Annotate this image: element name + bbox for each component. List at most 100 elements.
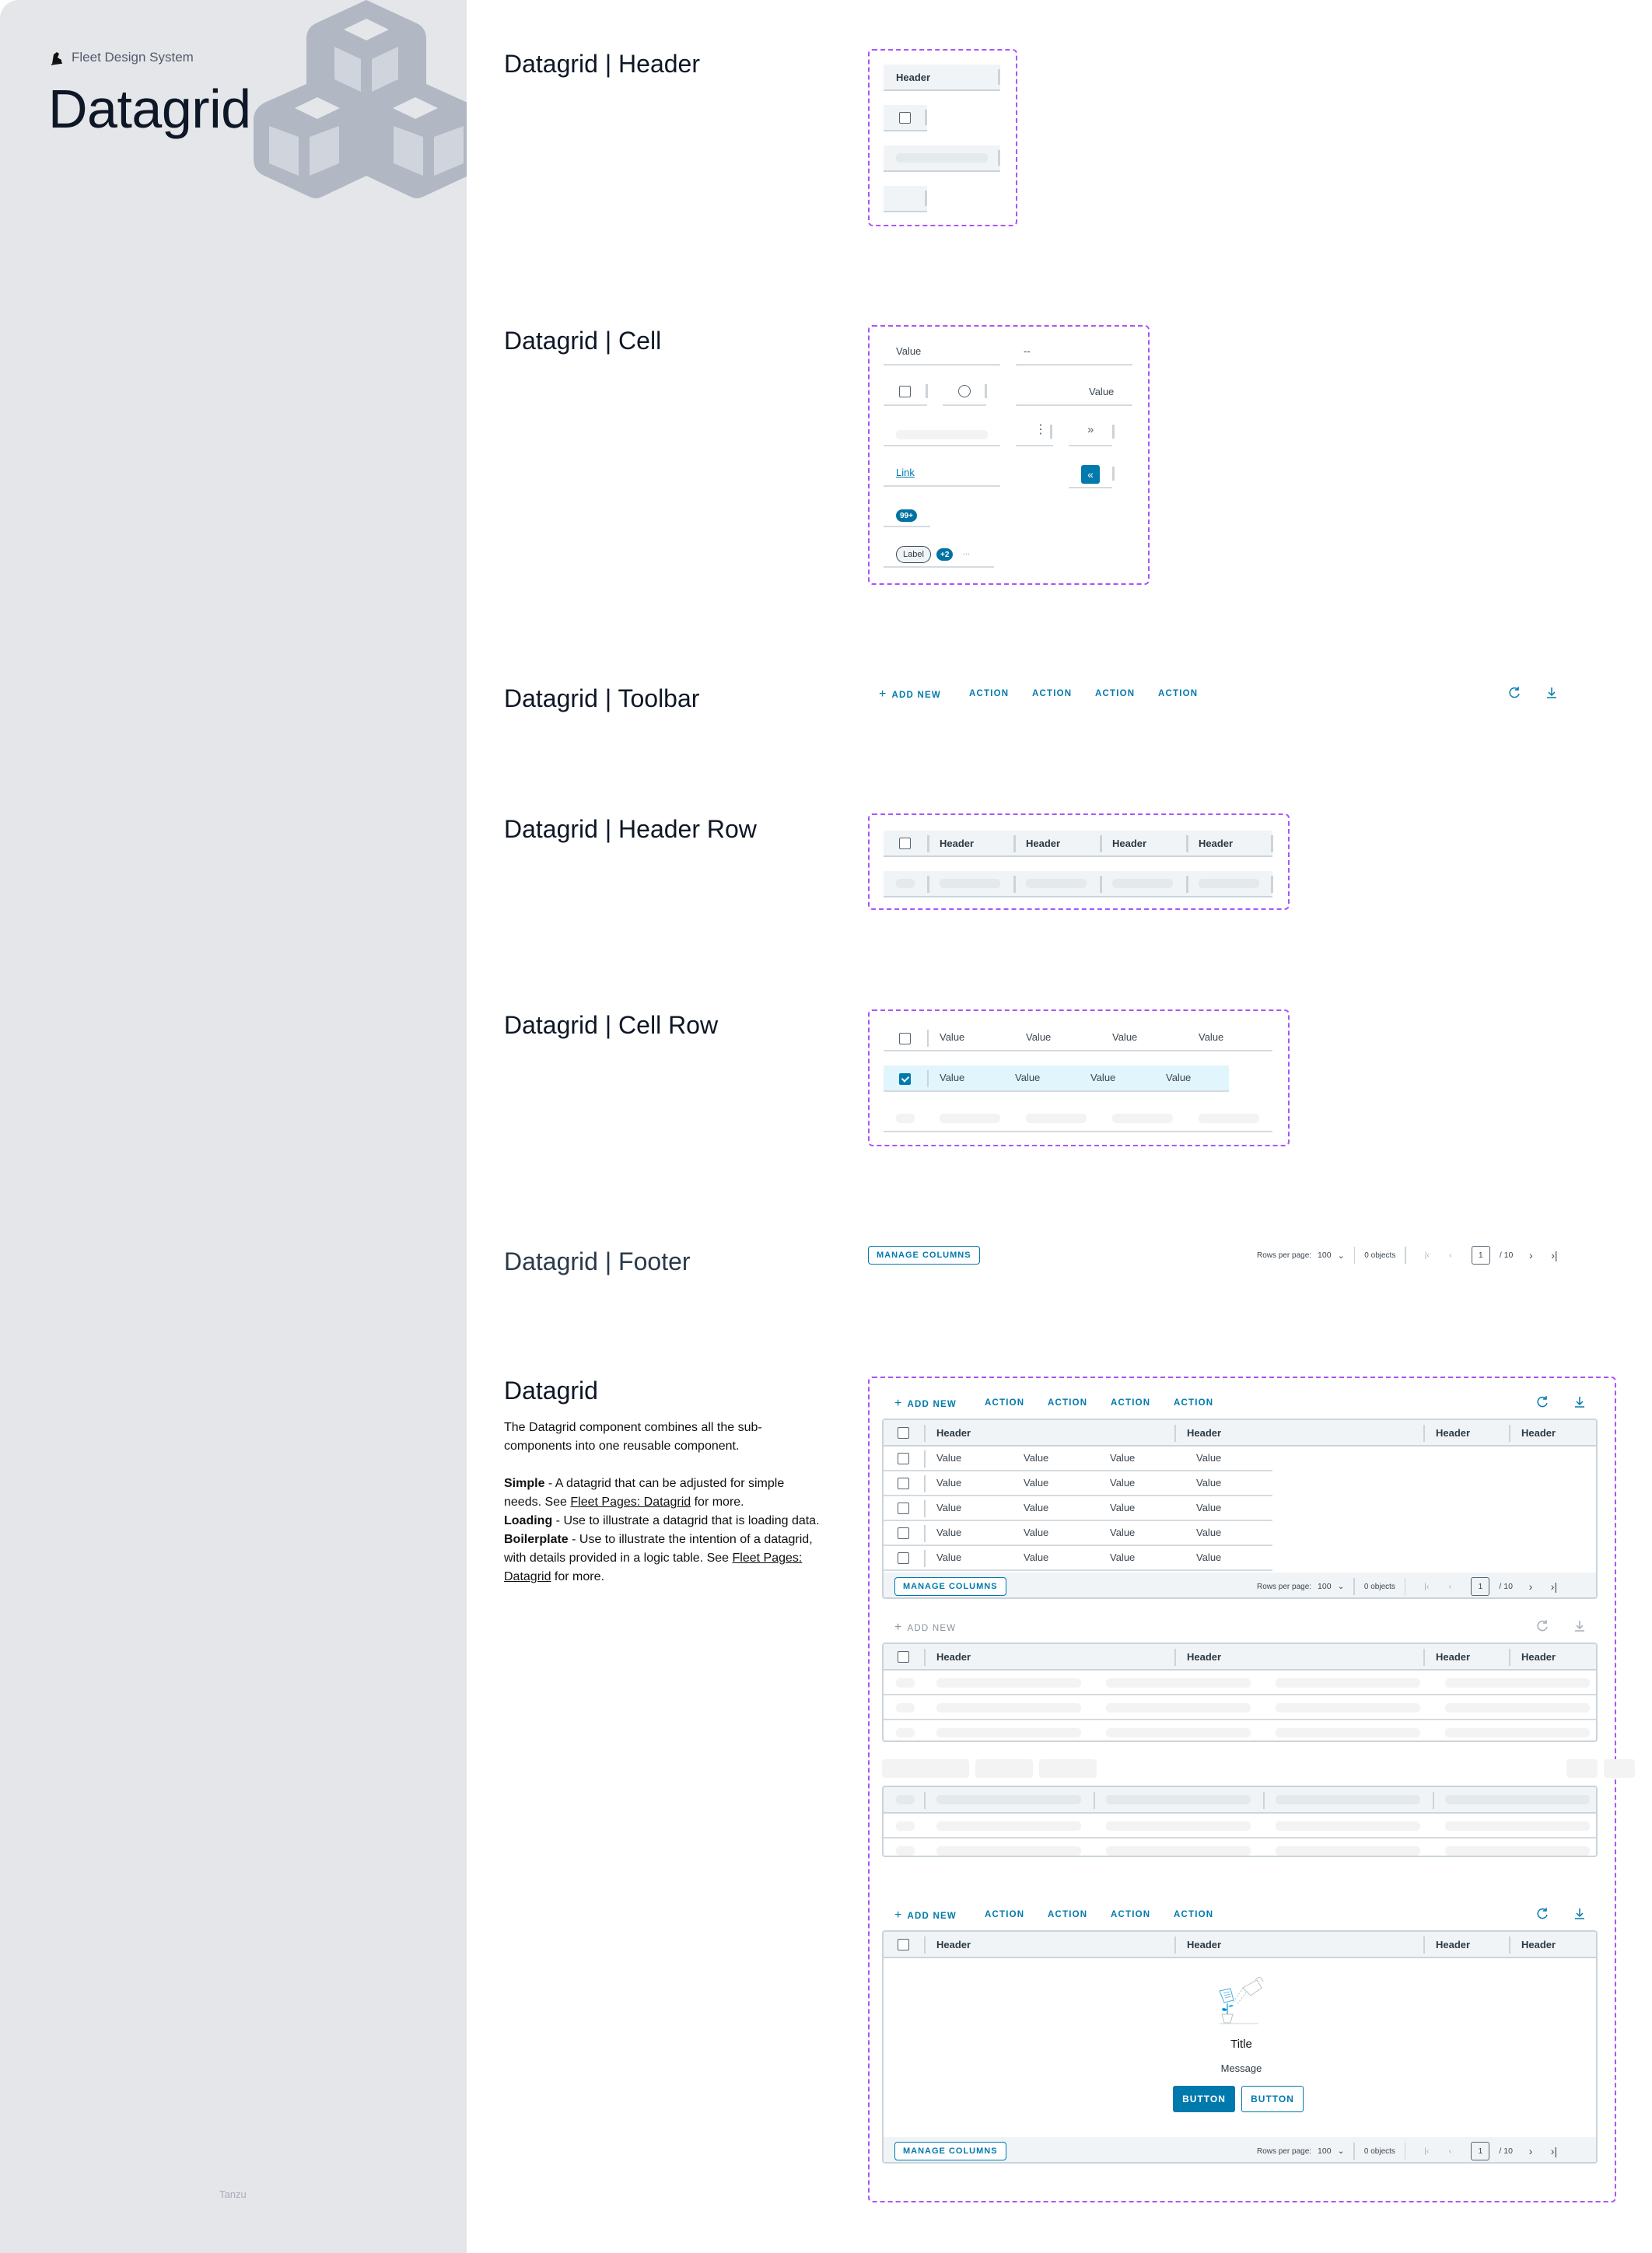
column-header-2[interactable]: Header <box>1026 838 1060 849</box>
manage-columns-button[interactable]: MANAGE COLUMNS <box>894 1577 1006 1596</box>
column-header-1[interactable]: Header <box>936 1427 971 1439</box>
column-header-3[interactable]: Header <box>1436 1427 1470 1439</box>
fleet-pages-link[interactable]: Fleet Pages: Datagrid <box>570 1496 691 1509</box>
column-header-4[interactable]: Header <box>1521 1651 1556 1663</box>
current-page-input[interactable]: 1 <box>1471 2142 1490 2160</box>
column-header-1[interactable]: Header <box>936 1651 971 1663</box>
column-separator[interactable] <box>1423 1425 1425 1442</box>
select-all-checkbox[interactable] <box>899 838 911 849</box>
refresh-icon[interactable] <box>1535 1907 1549 1921</box>
column-header-3[interactable]: Header <box>1436 1939 1470 1950</box>
toolbar-action-2[interactable]: ACTION <box>1032 689 1072 698</box>
row-checkbox[interactable] <box>898 1527 909 1539</box>
last-page-icon[interactable]: ›| <box>1547 2144 1561 2158</box>
next-page-icon[interactable]: › <box>1524 1248 1538 1262</box>
previous-page-icon[interactable]: ‹ <box>1443 2144 1457 2158</box>
column-header-1[interactable]: Header <box>940 838 974 849</box>
column-resize-handle[interactable] <box>998 69 1000 85</box>
header-cell[interactable]: Header <box>884 65 1000 91</box>
collapse-detail-icon[interactable]: « <box>1081 465 1100 484</box>
column-header-3[interactable]: Header <box>1112 838 1146 849</box>
previous-page-icon[interactable]: ‹ <box>1444 1248 1458 1262</box>
toolbar-action-1[interactable]: ACTION <box>985 1910 1024 1919</box>
column-separator[interactable] <box>1423 1936 1425 1954</box>
download-icon[interactable] <box>1573 1395 1587 1409</box>
first-page-icon[interactable]: |‹ <box>1419 1580 1433 1594</box>
last-page-icon[interactable]: ›| <box>1547 1580 1561 1594</box>
manage-columns-button[interactable]: MANAGE COLUMNS <box>868 1246 980 1265</box>
rows-per-page-select[interactable]: 100 ⌄ <box>1318 2146 1344 2156</box>
toolbar-action-2[interactable]: ACTION <box>1048 1398 1087 1408</box>
first-page-icon[interactable]: |‹ <box>1419 2144 1433 2158</box>
row-checkbox-checked[interactable] <box>899 1073 911 1085</box>
select-all-checkbox[interactable] <box>898 1427 909 1439</box>
manage-columns-button[interactable]: MANAGE COLUMNS <box>894 2142 1006 2160</box>
table-row[interactable]: Value Value Value Value <box>884 1447 1272 1471</box>
toolbar-action-1[interactable]: ACTION <box>969 689 1009 698</box>
add-new-button[interactable]: + ADD NEW <box>879 687 941 701</box>
table-row[interactable]: Value Value Value Value <box>884 1496 1272 1521</box>
column-separator[interactable] <box>1509 1425 1510 1442</box>
toolbar-action-4[interactable]: ACTION <box>1174 1398 1213 1408</box>
toolbar-action-4[interactable]: ACTION <box>1174 1910 1213 1919</box>
more-labels-badge[interactable]: +2 <box>936 548 954 561</box>
row-checkbox[interactable] <box>898 1453 909 1464</box>
add-new-button[interactable]: + ADD NEW <box>894 1908 957 1922</box>
toolbar-action-4[interactable]: ACTION <box>1158 689 1198 698</box>
row-checkbox[interactable] <box>898 1503 909 1514</box>
column-separator[interactable] <box>1271 835 1273 852</box>
cell-link[interactable]: Link <box>896 467 915 478</box>
toolbar-action-3[interactable]: ACTION <box>1111 1398 1150 1408</box>
column-separator[interactable] <box>1100 835 1102 852</box>
kebab-menu-icon[interactable]: ⋮ <box>1034 424 1047 436</box>
row-checkbox[interactable] <box>899 386 911 397</box>
current-page-input[interactable]: 1 <box>1471 1246 1490 1265</box>
add-new-button-disabled[interactable]: + ADD NEW <box>894 1621 956 1635</box>
next-page-icon[interactable]: › <box>1524 2144 1538 2158</box>
column-separator[interactable] <box>1174 1425 1176 1442</box>
column-separator[interactable] <box>1186 835 1188 852</box>
toolbar-action-1[interactable]: ACTION <box>985 1398 1024 1408</box>
previous-page-icon[interactable]: ‹ <box>1443 1580 1457 1594</box>
download-icon[interactable] <box>1573 1907 1587 1921</box>
last-page-icon[interactable]: ›| <box>1547 1248 1561 1262</box>
refresh-icon[interactable] <box>1507 686 1521 700</box>
empty-state-primary-button[interactable]: BUTTON <box>1173 2086 1235 2112</box>
empty-state-secondary-button[interactable]: BUTTON <box>1241 2086 1304 2112</box>
select-all-checkbox[interactable] <box>898 1651 909 1663</box>
next-page-icon[interactable]: › <box>1524 1580 1538 1594</box>
refresh-icon[interactable] <box>1535 1619 1549 1633</box>
column-header-4[interactable]: Header <box>1199 838 1233 849</box>
column-separator[interactable] <box>1174 1936 1176 1954</box>
row-checkbox[interactable] <box>899 1033 911 1044</box>
row-radio[interactable] <box>958 385 971 397</box>
toolbar-action-3[interactable]: ACTION <box>1111 1910 1150 1919</box>
rows-per-page-select[interactable]: 100 ⌄ <box>1318 1582 1344 1591</box>
column-header-4[interactable]: Header <box>1521 1427 1556 1439</box>
select-all-checkbox[interactable] <box>899 112 911 124</box>
cell-row[interactable]: Value Value Value Value <box>884 1025 1272 1051</box>
add-new-button[interactable]: + ADD NEW <box>894 1397 957 1411</box>
table-row[interactable]: Value Value Value Value <box>884 1521 1272 1546</box>
select-all-checkbox[interactable] <box>898 1939 909 1950</box>
first-page-icon[interactable]: |‹ <box>1420 1248 1434 1262</box>
row-checkbox[interactable] <box>898 1478 909 1489</box>
table-row[interactable]: Value Value Value Value <box>884 1471 1272 1496</box>
toolbar-action-2[interactable]: ACTION <box>1048 1910 1087 1919</box>
column-header-2[interactable]: Header <box>1187 1651 1221 1663</box>
column-separator[interactable] <box>1013 835 1016 852</box>
toolbar-action-3[interactable]: ACTION <box>1095 689 1135 698</box>
rows-per-page-select[interactable]: 100 ⌄ <box>1318 1251 1345 1261</box>
column-header-1[interactable]: Header <box>936 1939 971 1950</box>
row-checkbox[interactable] <box>898 1552 909 1564</box>
column-header-2[interactable]: Header <box>1187 1427 1221 1439</box>
column-header-4[interactable]: Header <box>1521 1939 1556 1950</box>
download-icon[interactable] <box>1545 686 1559 700</box>
column-separator[interactable] <box>1509 1936 1510 1954</box>
download-icon[interactable] <box>1573 1619 1587 1633</box>
table-row[interactable]: Value Value Value Value <box>884 1546 1272 1571</box>
current-page-input[interactable]: 1 <box>1471 1577 1490 1596</box>
column-separator[interactable] <box>1509 1649 1510 1666</box>
refresh-icon[interactable] <box>1535 1395 1549 1409</box>
cell-row-selected[interactable]: Value Value Value Value <box>884 1065 1229 1092</box>
